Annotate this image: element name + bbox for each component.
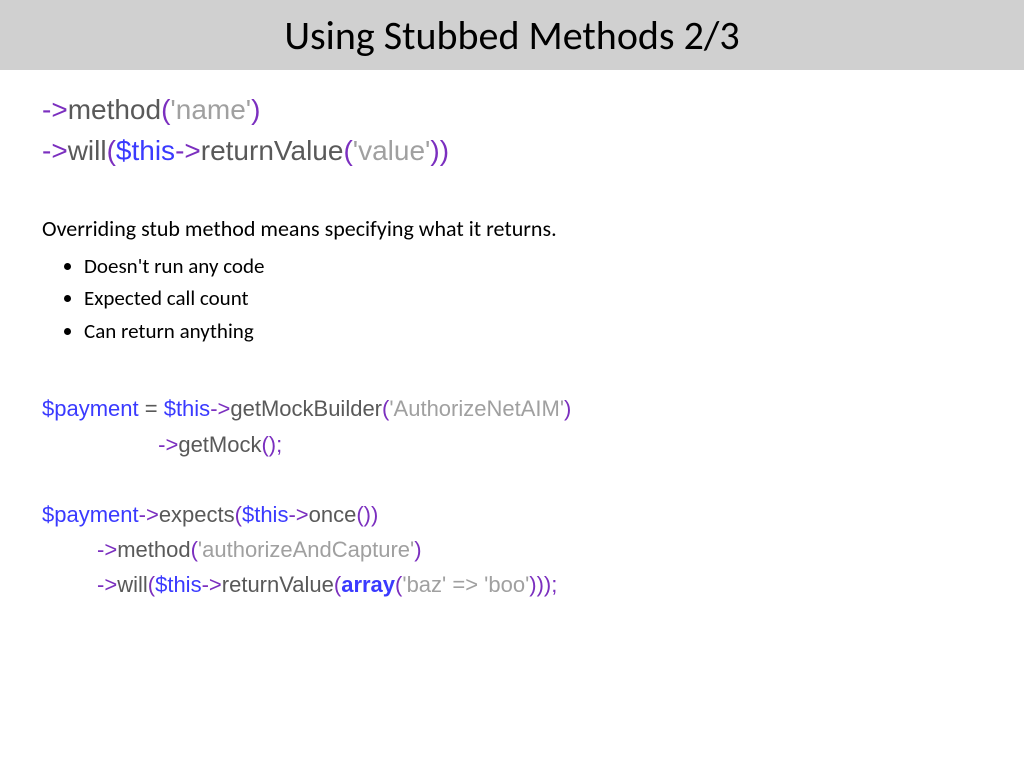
- return-value-call: returnValue: [201, 135, 344, 166]
- equals: =: [139, 396, 164, 421]
- close-paren: )): [430, 135, 449, 166]
- bullet-item: Expected call count: [84, 282, 982, 315]
- bullet-item: Doesn't run any code: [84, 250, 982, 283]
- once-call: once: [309, 502, 357, 527]
- title-bar: Using Stubbed Methods 2/3: [0, 0, 1024, 70]
- this-kw: $this: [164, 396, 210, 421]
- arrow-op: ->: [139, 502, 159, 527]
- arrow-op: ->: [288, 502, 308, 527]
- slide-content: ->method('name') ->will($this->returnVal…: [0, 70, 1024, 603]
- method-call: method: [117, 537, 190, 562]
- string-literal: 'boo': [484, 572, 529, 597]
- code-line-1: ->method('name'): [42, 90, 982, 131]
- bullet-list: Doesn't run any code Expected call count…: [42, 250, 982, 348]
- open-paren: (: [107, 135, 116, 166]
- close-paren: ): [414, 537, 421, 562]
- arrow-op: ->: [42, 94, 68, 125]
- this-kw: $this: [116, 135, 175, 166]
- explanation-block: Overriding stub method means specifying …: [42, 215, 982, 347]
- var-payment: $payment: [42, 396, 139, 421]
- array-kw: array: [341, 572, 395, 597]
- slide-title: Using Stubbed Methods 2/3: [284, 11, 739, 60]
- string-literal: 'authorizeAndCapture': [198, 537, 414, 562]
- close-paren: ): [251, 94, 260, 125]
- close-paren: ): [564, 396, 571, 421]
- open-paren: (: [343, 135, 352, 166]
- close-parens: ()): [356, 502, 378, 527]
- indent: [42, 572, 97, 597]
- string-literal: 'name': [170, 94, 251, 125]
- expects-call: expects: [159, 502, 235, 527]
- arrow-op: ->: [97, 572, 117, 597]
- this-kw: $this: [242, 502, 288, 527]
- arrow-op: ->: [158, 432, 178, 457]
- will-call: will: [117, 572, 148, 597]
- var-payment: $payment: [42, 502, 139, 527]
- arrow-op: ->: [175, 135, 201, 166]
- this-kw: $this: [155, 572, 201, 597]
- arrow-op: ->: [202, 572, 222, 597]
- arrow-op: ->: [97, 537, 117, 562]
- method-call: method: [68, 94, 161, 125]
- code-block-2: $payment = $this->getMockBuilder('Author…: [42, 391, 982, 602]
- will-call: will: [68, 135, 107, 166]
- open-paren: (: [235, 502, 242, 527]
- getmock-call: getMock: [178, 432, 261, 457]
- getmockbuilder-call: getMockBuilder: [230, 396, 382, 421]
- string-literal: 'baz': [402, 572, 446, 597]
- parens-semi: ();: [261, 432, 282, 457]
- indent: [42, 432, 158, 457]
- fat-arrow: =>: [446, 572, 484, 597]
- return-value-call: returnValue: [222, 572, 334, 597]
- open-paren: (: [191, 537, 198, 562]
- string-literal: 'AuthorizeNetAIM': [389, 396, 564, 421]
- open-paren: (: [148, 572, 155, 597]
- arrow-op: ->: [42, 135, 68, 166]
- string-literal: 'value': [353, 135, 431, 166]
- close-parens-semi: )));: [529, 572, 557, 597]
- code-line-2: ->will($this->returnValue('value')): [42, 131, 982, 172]
- explanation-text: Overriding stub method means specifying …: [42, 215, 982, 244]
- arrow-op: ->: [210, 396, 230, 421]
- bullet-item: Can return anything: [84, 315, 982, 348]
- indent: [42, 537, 97, 562]
